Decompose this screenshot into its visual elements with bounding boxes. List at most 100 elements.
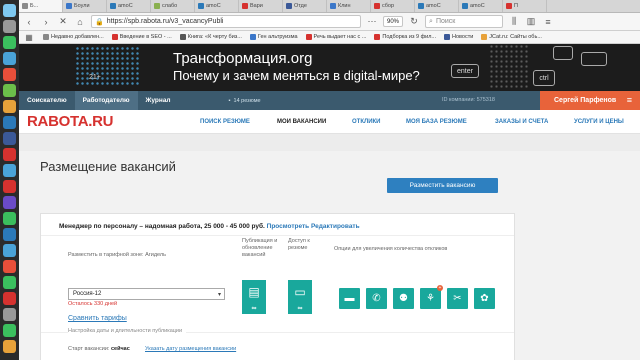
browser-tab[interactable]: Клин (327, 0, 371, 12)
nav-my-vacancies[interactable]: МОИ ВАКАНСИИ (277, 119, 326, 125)
menu-icon[interactable]: ≡ (542, 16, 554, 28)
app-icon[interactable] (3, 324, 16, 337)
stop-icon[interactable]: ✕ (57, 16, 69, 28)
tab-label: Б... (30, 3, 39, 9)
favicon-icon (305, 34, 312, 40)
nav-search-resume[interactable]: ПОИСК РЕЗЮМЕ (200, 119, 250, 125)
option-theme[interactable]: ✿ (474, 288, 495, 309)
app-icon[interactable] (3, 36, 16, 49)
library-icon[interactable]: ⫼ (508, 16, 520, 28)
search-input[interactable]: ⌕ Поиск (425, 15, 504, 28)
applicant-link[interactable]: Соискателю (19, 91, 75, 110)
app-icon[interactable] (3, 116, 16, 129)
app-icon[interactable] (3, 244, 16, 257)
bookmark-item[interactable]: Подборка из 9 фил... (374, 34, 436, 40)
browser-tab[interactable]: Б... (19, 0, 63, 12)
option-chat[interactable]: ▬ (339, 288, 360, 309)
app-icon[interactable] (3, 308, 16, 321)
option-phone[interactable]: ✆ (366, 288, 387, 309)
back-icon[interactable]: ‹ (23, 16, 35, 28)
browser-tab[interactable]: Боули (63, 0, 107, 12)
favicon-icon (286, 3, 292, 9)
user-menu[interactable]: Сергей Парфенов ≡ (540, 91, 640, 110)
app-icon[interactable] (3, 180, 16, 193)
bookmark-item[interactable]: Речь выдает нас с ... (305, 34, 366, 40)
browser-tab[interactable]: amoC (415, 0, 459, 12)
ad-banner[interactable]: 21+ Трансформация.org Почему и зачем мен… (19, 44, 640, 91)
sidebar-icon[interactable]: ▥ (525, 16, 537, 28)
tab-label: Вари (250, 3, 263, 9)
app-icon[interactable] (3, 20, 16, 33)
database-icon: ▭ (294, 285, 306, 299)
browser-tab[interactable]: amoC (195, 0, 239, 12)
home-icon[interactable]: ⌂ (74, 16, 86, 28)
publish-tile[interactable]: ▤ ∞ (242, 280, 266, 314)
browser-tab[interactable]: amoC (459, 0, 503, 12)
resume-access-tile[interactable]: ▭ ∞ (288, 280, 312, 314)
browser-tab[interactable]: Отде (283, 0, 327, 12)
browser-tab[interactable]: amoC (107, 0, 151, 12)
finder-icon[interactable] (3, 4, 16, 17)
region-select[interactable]: Россия-12 ▾ (68, 288, 225, 300)
nav-responses[interactable]: ОТКЛИКИ (352, 119, 381, 125)
app-icon[interactable] (3, 228, 16, 241)
forward-icon[interactable]: › (40, 16, 52, 28)
search-icon: ⌕ (429, 17, 433, 25)
bookmark-label: Новости (452, 34, 474, 40)
journal-link[interactable]: Журнал (138, 91, 179, 110)
browser-tab[interactable]: Вари (239, 0, 283, 12)
more-icon[interactable]: ⋯ (366, 16, 378, 28)
compare-tariffs-link[interactable]: Сравнить тарифы (68, 315, 127, 322)
app-icon[interactable] (3, 148, 16, 161)
option-cut[interactable]: ✂ (447, 288, 468, 309)
set-date-link[interactable]: Указать дату размещения вакансии (145, 346, 236, 352)
app-icon[interactable] (3, 100, 16, 113)
app-icon[interactable] (3, 292, 16, 305)
site-top-bar: Соискателю Работодателю Журнал ▪ 14 резю… (19, 91, 640, 110)
bookmark-item[interactable]: Введение в SEO - ... (111, 34, 172, 40)
refresh-icon[interactable]: ↻ (408, 16, 420, 28)
favicon-icon (111, 34, 118, 40)
app-icon[interactable] (3, 340, 16, 353)
apps-icon[interactable]: ▦ (23, 31, 35, 43)
app-icon[interactable] (3, 84, 16, 97)
tab-label: слабо (162, 3, 178, 9)
resume-counter[interactable]: ▪ 14 резюме (229, 91, 261, 110)
app-icon[interactable] (3, 276, 16, 289)
favicon-icon (506, 3, 512, 9)
banner-dots-right (489, 44, 529, 88)
zoom-level[interactable]: 90% (383, 16, 404, 27)
app-icon[interactable] (3, 196, 16, 209)
browser-tab[interactable]: слабо (151, 0, 195, 12)
app-icon[interactable] (3, 164, 16, 177)
option-boost[interactable]: ⚘ + (420, 285, 443, 309)
nav-resume-base[interactable]: МОЯ БАЗА РЕЗЮМЕ (406, 119, 467, 125)
publish-label: Публикация и обновление вакансий (242, 238, 278, 258)
bookmark-item[interactable]: Ген альтруизма (249, 34, 298, 40)
banner-title: Трансформация.org (173, 50, 313, 67)
nav-orders[interactable]: ЗАКАЗЫ И СЧЕТА (495, 119, 548, 125)
app-icon[interactable] (3, 132, 16, 145)
bookmark-item[interactable]: Новости (444, 34, 473, 40)
bookmark-item[interactable]: Книга: «К черту биз... (179, 34, 242, 40)
company-id: ID компании: 575318 (442, 97, 495, 103)
option-add-user[interactable]: ⚉ (393, 288, 414, 309)
nav-services[interactable]: УСЛУГИ И ЦЕНЫ (574, 119, 624, 125)
bookmark-item[interactable]: Недавно добавлен... (43, 34, 104, 40)
app-icon[interactable] (3, 260, 16, 273)
view-link[interactable]: Просмотреть (267, 223, 310, 230)
browser-tab[interactable]: П (503, 0, 547, 12)
edit-link[interactable]: Редактировать (311, 223, 360, 230)
tab-label: amoC (470, 3, 485, 9)
chevron-down-icon: ▾ (217, 292, 221, 298)
bookmark-item[interactable]: JCat.ru: Сайты обь... (481, 34, 542, 40)
app-icon[interactable] (3, 52, 16, 65)
app-icon[interactable] (3, 68, 16, 81)
post-vacancy-button[interactable]: Разместить вакансию (387, 178, 498, 193)
employer-link[interactable]: Работодателю (74, 91, 138, 110)
banner-dots-left (75, 46, 139, 86)
address-bar[interactable]: 🔒 https://spb.rabota.ru/v3_vacancyPubli (91, 15, 361, 28)
app-icon[interactable] (3, 212, 16, 225)
site-logo[interactable]: RABOTA.RU (27, 113, 113, 130)
browser-tab[interactable]: сбор (371, 0, 415, 12)
